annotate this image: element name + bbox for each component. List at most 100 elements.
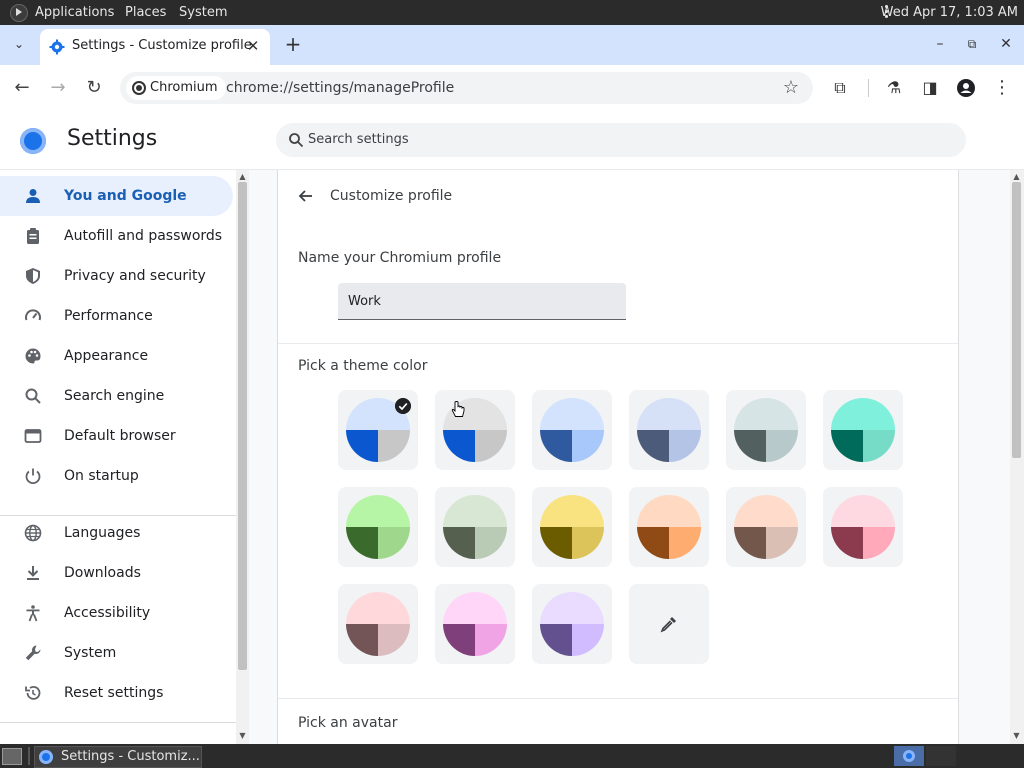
back-arrow-icon[interactable]	[296, 186, 316, 206]
color-segment	[572, 624, 604, 656]
wrench-icon	[25, 645, 41, 661]
settings-header: Settings Search settings	[0, 111, 1024, 170]
kebab-menu-icon[interactable]: ⋮	[991, 77, 1013, 99]
workspace-2[interactable]	[926, 746, 956, 766]
sidebar-item-autofill[interactable]: Autofill and passwords	[0, 216, 233, 256]
sidebar-item-system[interactable]: System	[0, 633, 233, 673]
theme-color-swatch[interactable]	[338, 487, 418, 567]
extensions-puzzle-icon[interactable]: ⧉	[829, 77, 851, 99]
color-segment	[346, 592, 410, 624]
accessibility-icon	[26, 605, 40, 622]
theme-color-swatch[interactable]	[823, 390, 903, 470]
reset-icon	[25, 685, 41, 700]
theme-color-swatch[interactable]	[629, 390, 709, 470]
bookmark-star-icon[interactable]: ☆	[783, 77, 799, 98]
color-segment	[637, 398, 701, 430]
system-menu[interactable]: System	[179, 0, 227, 25]
gear-icon	[49, 39, 65, 55]
theme-color-swatch[interactable]	[726, 487, 806, 567]
applications-menu[interactable]: Applications	[35, 0, 114, 25]
page-scroll-down-arrow-icon[interactable]: ▼	[1010, 731, 1023, 740]
sidebar-item-privacy[interactable]: Privacy and security	[0, 256, 233, 296]
show-desktop-icon[interactable]	[2, 748, 22, 765]
theme-color-swatch[interactable]	[823, 487, 903, 567]
sidebar-item-on-startup[interactable]: On startup	[0, 456, 233, 496]
page-scroll-up-arrow-icon[interactable]: ▲	[1010, 172, 1023, 181]
sidebar-item-performance[interactable]: Performance	[0, 296, 233, 336]
close-tab-icon[interactable]: ✕	[244, 37, 262, 55]
search-settings-field[interactable]: Search settings	[276, 123, 966, 157]
taskbar-separator	[28, 747, 30, 765]
selected-check-icon	[395, 398, 411, 414]
tab-settings[interactable]: Settings - Customize profile ✕	[40, 29, 270, 65]
sidebar-item-default-browser[interactable]: Default browser	[0, 416, 233, 456]
palette-icon	[25, 348, 41, 364]
sidebar-item-accessibility[interactable]: Accessibility	[0, 593, 233, 633]
close-window-icon[interactable]: ✕	[995, 33, 1017, 55]
color-segment	[443, 430, 475, 462]
sidebar-item-label: Languages	[64, 525, 141, 541]
back-button[interactable]: ←	[9, 75, 35, 101]
page-subtitle: Customize profile	[330, 188, 453, 204]
sidebar-item-reset-settings[interactable]: Reset settings	[0, 673, 233, 713]
theme-color-swatch[interactable]	[435, 584, 515, 664]
sidebar-item-label: System	[64, 645, 117, 661]
side-panel-icon[interactable]: ◨	[919, 77, 941, 99]
profile-name-input[interactable]	[338, 283, 626, 319]
color-preview-circle	[540, 398, 604, 462]
color-preview-circle	[734, 495, 798, 559]
distro-logo-icon[interactable]	[10, 4, 28, 22]
theme-color-swatch[interactable]	[532, 487, 612, 567]
site-chip[interactable]: Chromium	[126, 76, 226, 100]
section-divider	[278, 698, 958, 699]
scroll-up-arrow-icon[interactable]: ▲	[236, 172, 249, 181]
scroll-down-arrow-icon[interactable]: ▼	[236, 731, 249, 740]
theme-color-swatch[interactable]	[338, 584, 418, 664]
url-text[interactable]: chrome://settings/manageProfile	[226, 72, 454, 104]
theme-color-swatch[interactable]	[532, 390, 612, 470]
theme-color-swatch[interactable]	[435, 390, 515, 470]
sidebar-item-downloads[interactable]: Downloads	[0, 553, 233, 593]
places-menu[interactable]: Places	[125, 0, 166, 25]
sidebar-item-label: Performance	[64, 308, 153, 324]
color-segment	[734, 527, 766, 559]
profile-name-field[interactable]	[338, 283, 626, 320]
chromium-icon	[903, 750, 915, 762]
system-top-panel: Applications Places System Wed Apr 17, 1…	[0, 0, 1024, 25]
color-segment	[766, 527, 798, 559]
address-bar[interactable]: Chromium chrome://settings/manageProfile…	[120, 72, 813, 104]
restore-icon[interactable]: ⧉	[961, 33, 983, 55]
color-segment	[378, 430, 410, 462]
theme-color-swatch[interactable]	[435, 487, 515, 567]
theme-color-swatch[interactable]	[726, 390, 806, 470]
theme-color-swatch[interactable]	[629, 487, 709, 567]
sidebar-scrollbar-thumb[interactable]	[238, 182, 247, 670]
hand-cursor-icon	[451, 401, 465, 417]
theme-color-swatch[interactable]	[338, 390, 418, 470]
taskbar-window-item[interactable]: Settings - Customiz...	[34, 746, 202, 768]
new-tab-button[interactable]: +	[283, 33, 303, 55]
clock[interactable]: Wed Apr 17, 1:03 AM	[881, 0, 1018, 25]
eyedropper-icon	[660, 617, 676, 633]
sidebar-item-appearance[interactable]: Appearance	[0, 336, 233, 376]
profile-avatar-icon[interactable]	[955, 77, 977, 99]
workspace-1[interactable]	[894, 746, 924, 766]
custom-color-button[interactable]	[629, 584, 709, 664]
sidebar-item-languages[interactable]: Languages	[0, 513, 233, 553]
sidebar-item-you-and-google[interactable]: You and Google	[0, 176, 233, 216]
color-segment	[346, 624, 378, 656]
page-scrollbar-thumb[interactable]	[1012, 182, 1021, 458]
reload-button[interactable]: ↻	[81, 75, 107, 101]
sidebar-item-search-engine[interactable]: Search engine	[0, 376, 233, 416]
globe-icon	[24, 524, 42, 542]
sidebar-item-label: Downloads	[64, 565, 141, 581]
forward-button[interactable]: →	[45, 75, 71, 101]
color-preview-circle	[540, 495, 604, 559]
theme-color-swatch[interactable]	[532, 584, 612, 664]
color-preview-circle	[637, 398, 701, 462]
minimize-icon[interactable]: –	[929, 33, 951, 55]
labs-flask-icon[interactable]: ⚗	[883, 77, 905, 99]
sidebar-item-label: Default browser	[64, 428, 176, 444]
tab-search-dropdown-icon[interactable]: ⌄	[8, 33, 30, 55]
color-segment	[540, 398, 604, 430]
